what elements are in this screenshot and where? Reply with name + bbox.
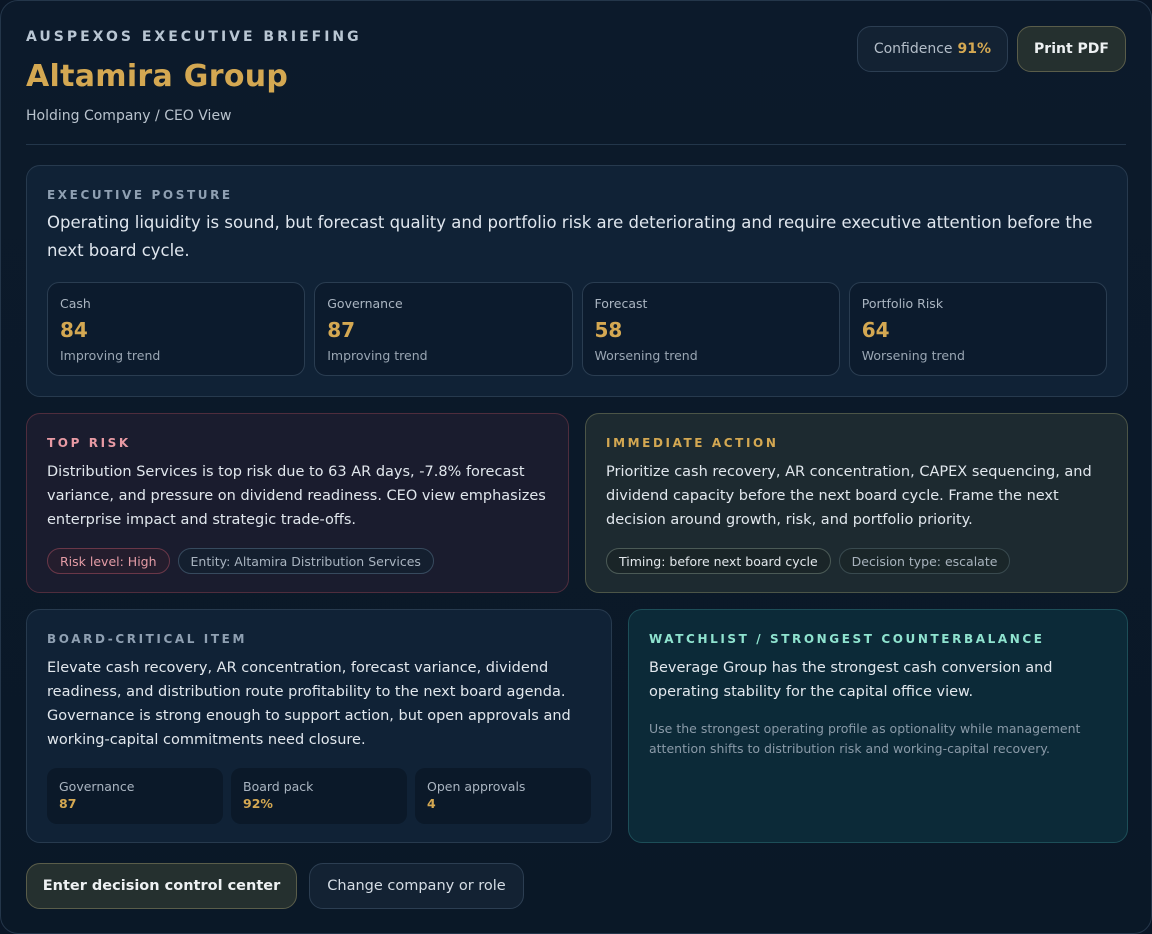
confidence-value: 91% — [957, 41, 992, 57]
role-subtitle: Holding Company / CEO View — [26, 108, 232, 124]
stat-label: Governance — [59, 779, 135, 794]
metric-label: Cash — [60, 296, 91, 311]
immediate-action-card: IMMEDIATE ACTION Prioritize cash recover… — [585, 413, 1128, 593]
metric-governance: Governance 87 Improving trend — [314, 282, 573, 376]
briefing-window: AUSPEXOS EXECUTIVE BRIEFING Altamira Gro… — [0, 0, 1152, 934]
watch-text: Beverage Group has the strongest cash co… — [649, 660, 1053, 700]
metric-trend: Worsening trend — [594, 348, 698, 363]
action-text: Prioritize cash recovery, AR concentrati… — [606, 464, 1092, 528]
watch-label: WATCHLIST / STRONGEST COUNTERBALANCE — [649, 632, 1045, 646]
decision-type-tag: Decision type: escalate — [838, 548, 1011, 574]
metric-portfolio-risk: Portfolio Risk 64 Worsening trend — [848, 282, 1107, 376]
stat-label: Open approvals — [427, 779, 526, 794]
timing-tag: Timing: before next board cycle — [606, 548, 831, 574]
change-company-button[interactable]: Change company or role — [309, 863, 524, 909]
metric-trend: Worsening trend — [861, 348, 965, 363]
print-pdf-button[interactable]: Print PDF — [1017, 26, 1126, 72]
risk-tags: Risk level: High Entity: Altamira Distri… — [47, 548, 548, 574]
posture-text: Operating liquidity is sound, but foreca… — [47, 213, 1093, 260]
board-critical-card: BOARD-CRITICAL ITEM Elevate cash recover… — [26, 609, 612, 843]
metric-label: Portfolio Risk — [861, 296, 944, 311]
posture-metrics: Cash 84 Improving trend Governance 87 Im… — [47, 282, 1107, 376]
top-risk-card: TOP RISK Distribution Services is top ri… — [26, 413, 569, 593]
confidence-label: Confidence — [873, 41, 953, 57]
action-tags: Timing: before next board cycle Decision… — [606, 548, 1107, 574]
entity-tag: Entity: Altamira Distribution Services — [177, 548, 434, 574]
metric-value: 58 — [594, 318, 623, 342]
metric-value: 87 — [327, 318, 356, 342]
risk-text: Distribution Services is top risk due to… — [47, 464, 546, 528]
risk-level-tag: Risk level: High — [47, 548, 170, 574]
board-stats: Governance 87 Board pack 92% Open approv… — [47, 768, 591, 824]
risk-label: TOP RISK — [47, 436, 131, 450]
header: AUSPEXOS EXECUTIVE BRIEFING Altamira Gro… — [26, 25, 1126, 145]
posture-label: EXECUTIVE POSTURE — [47, 188, 233, 202]
header-actions: Confidence 91% Print PDF — [856, 26, 1126, 72]
metric-value: 84 — [60, 318, 88, 342]
metric-forecast: Forecast 58 Worsening trend — [581, 282, 840, 376]
stat-value: 87 — [59, 796, 77, 811]
stat-board-pack: Board pack 92% — [231, 768, 407, 824]
stat-value: 4 — [427, 796, 436, 811]
board-text: Elevate cash recovery, AR concentration,… — [47, 660, 571, 748]
stat-value: 92% — [243, 796, 273, 811]
stat-open-approvals: Open approvals 4 — [415, 768, 591, 824]
stat-label: Board pack — [243, 779, 314, 794]
stat-governance: Governance 87 — [47, 768, 223, 824]
watchlist-card: WATCHLIST / STRONGEST COUNTERBALANCE Bev… — [628, 609, 1128, 843]
watch-note: Use the strongest operating profile as o… — [649, 721, 1081, 756]
confidence-badge: Confidence 91% — [856, 26, 1009, 72]
metric-trend: Improving trend — [60, 348, 161, 363]
executive-posture-card: EXECUTIVE POSTURE Operating liquidity is… — [26, 165, 1128, 397]
metric-label: Governance — [327, 296, 403, 311]
action-label: IMMEDIATE ACTION — [606, 436, 779, 450]
metric-value: 64 — [861, 318, 890, 342]
metric-cash: Cash 84 Improving trend — [47, 282, 306, 376]
metric-trend: Improving trend — [327, 348, 428, 363]
board-label: BOARD-CRITICAL ITEM — [47, 632, 247, 646]
enter-decision-center-button[interactable]: Enter decision control center — [26, 863, 297, 909]
metric-label: Forecast — [594, 296, 648, 311]
